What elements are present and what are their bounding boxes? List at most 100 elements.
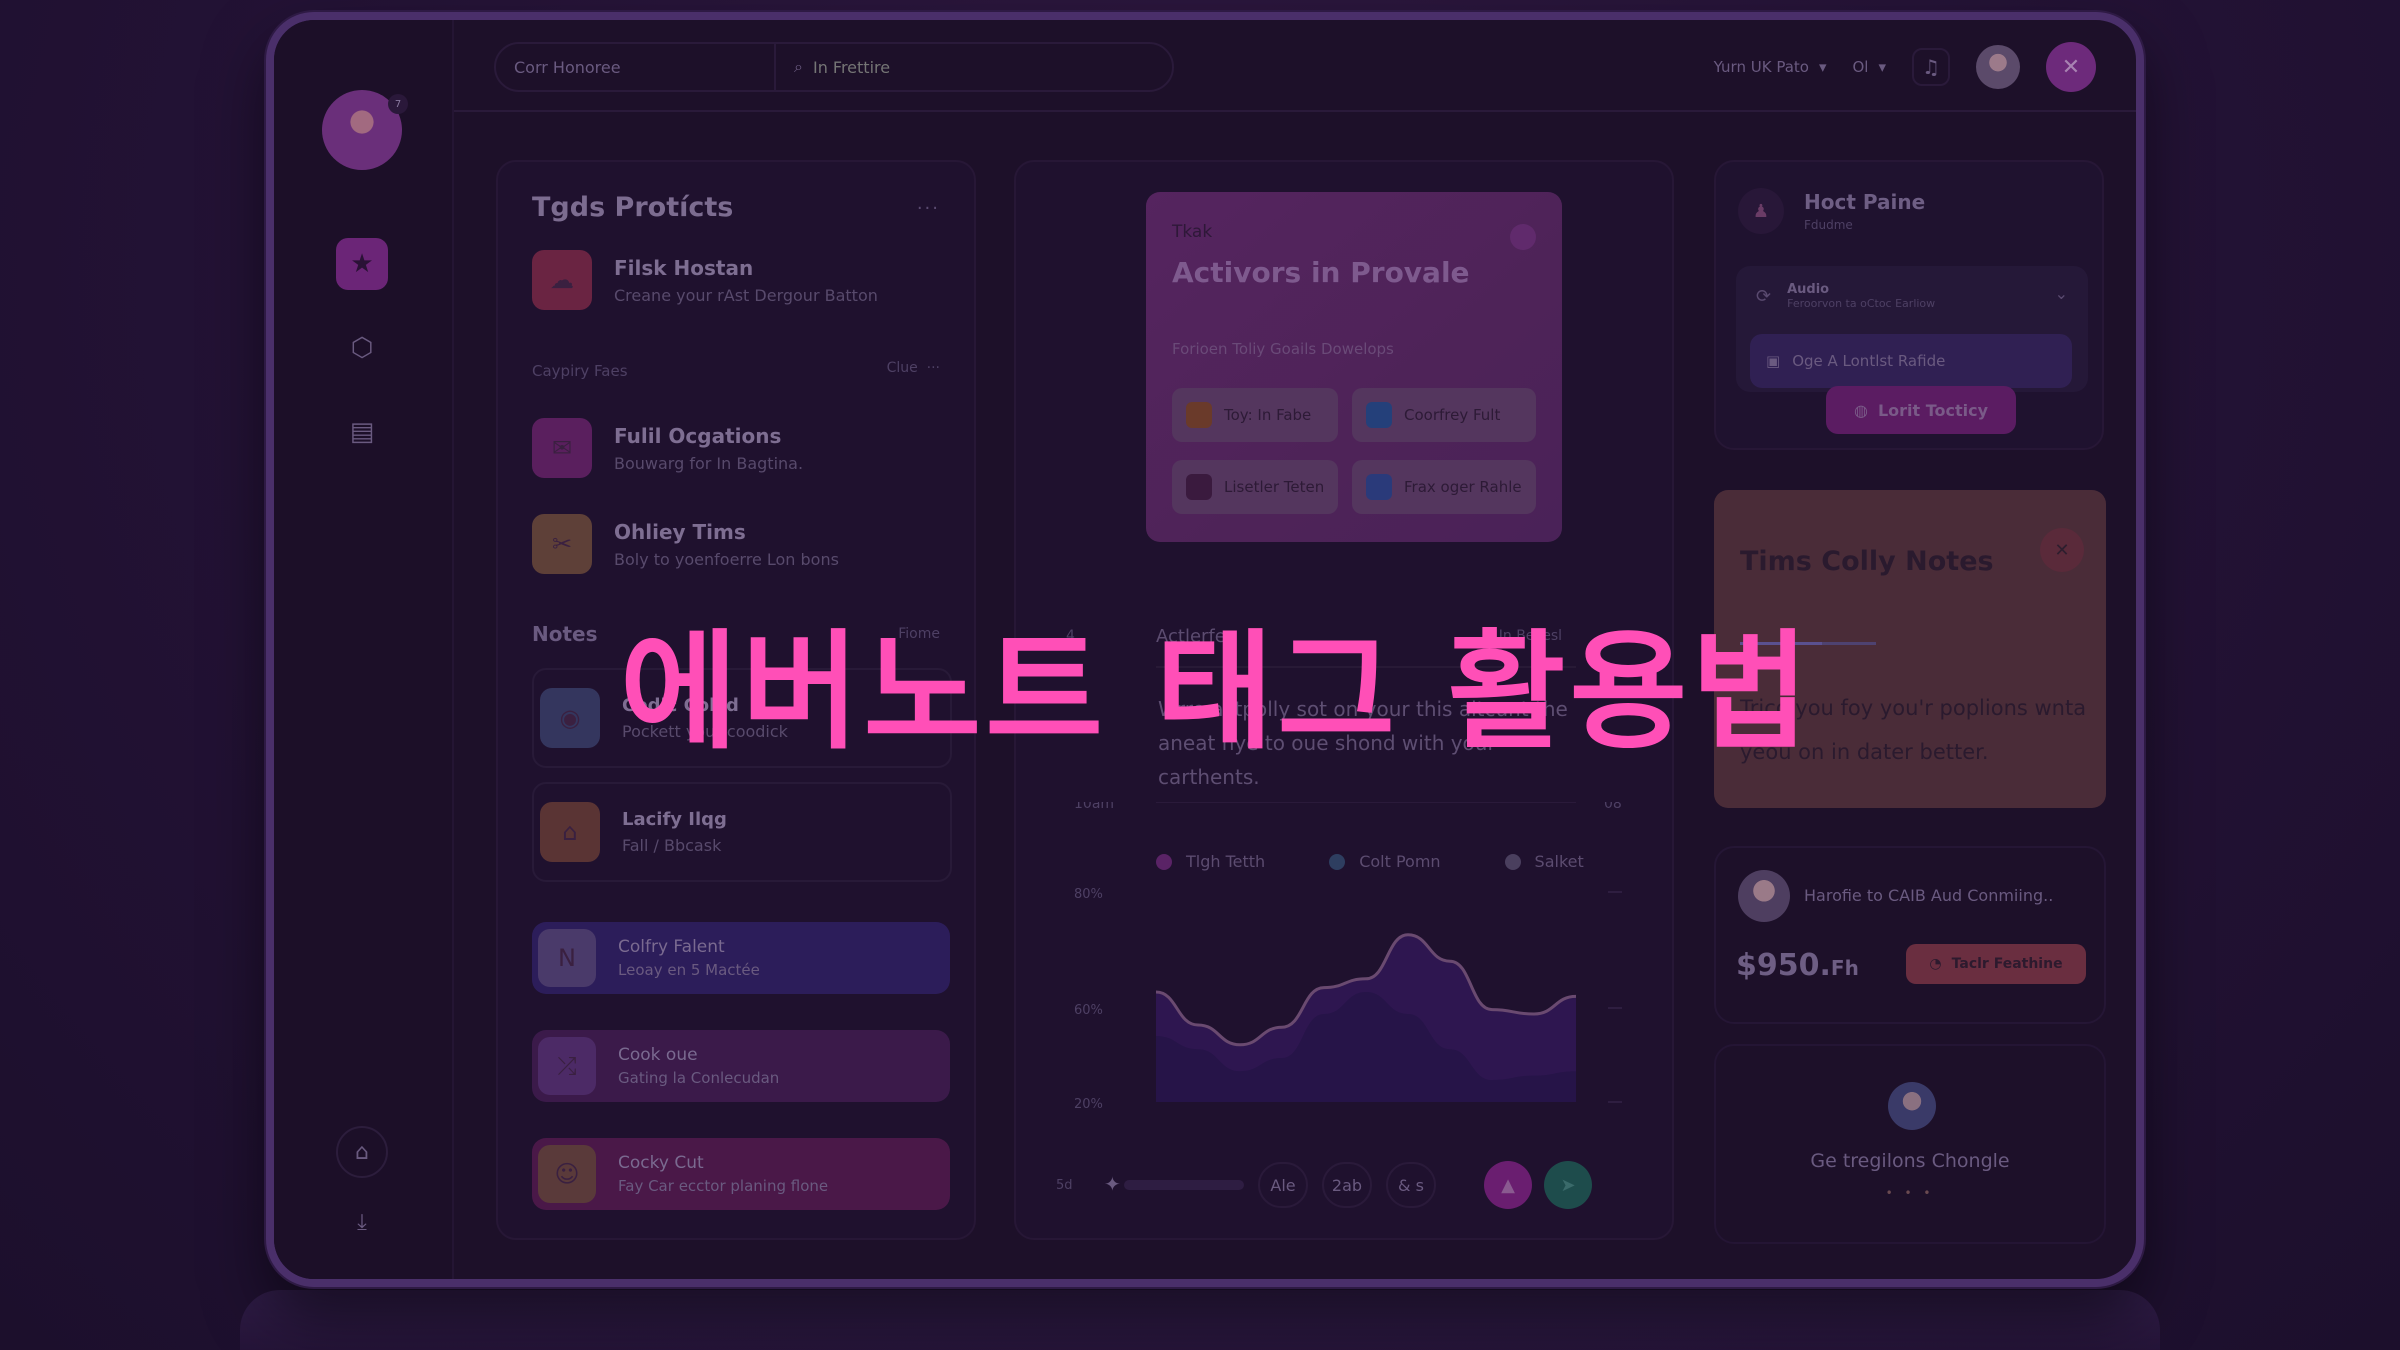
pagination-dots[interactable]: • • • bbox=[1716, 1186, 2104, 1200]
legend-item[interactable]: Colt Pomn bbox=[1329, 852, 1441, 871]
chevron-down-icon[interactable]: ⌄ bbox=[2055, 284, 2068, 303]
filter-pill[interactable]: 2ab bbox=[1322, 1162, 1372, 1208]
panel-title: Tgds Protícts bbox=[532, 192, 734, 223]
chip-button[interactable]: Frax oger Rahle bbox=[1352, 460, 1536, 514]
y-tick-label: 80% bbox=[1074, 887, 1103, 902]
axis-label: 10am bbox=[1074, 802, 1114, 812]
account-dropdown-label: Yurn UK Pato bbox=[1713, 58, 1809, 76]
upload-button[interactable]: ▲ bbox=[1484, 1161, 1532, 1209]
action-item[interactable]: ⤮ Cook oue Gating la Conlecudan bbox=[532, 1030, 950, 1102]
add-note-button[interactable]: ▣ Oge A Lontlst Rafide bbox=[1750, 334, 2072, 388]
audio-row[interactable]: ⟳ Audio Feroorvon ta oCtoc Earliow bbox=[1736, 266, 2088, 326]
item-title: Cocky Cut bbox=[618, 1153, 704, 1173]
filter-pill[interactable]: Ale bbox=[1258, 1162, 1308, 1208]
account-dropdown[interactable]: Yurn UK Pato ▾ bbox=[1714, 58, 1827, 76]
promo-button[interactable]: ◔ Taclr Feathine bbox=[1906, 944, 2086, 984]
nav-favorites[interactable]: ★ bbox=[336, 238, 388, 290]
user-avatar[interactable]: 7 bbox=[322, 90, 408, 170]
legend-item[interactable]: Tlgh Tetth bbox=[1156, 852, 1265, 871]
hero-card: Tkak Activors in Provale Forioen Toliy G… bbox=[1146, 192, 1562, 542]
notification-badge: 7 bbox=[388, 94, 408, 114]
item-subtitle: Bouwarg for In Bagtina. bbox=[614, 453, 804, 473]
filter-pill[interactable]: & s bbox=[1386, 1162, 1436, 1208]
action-item[interactable]: N Colfry Falent Leoay en 5 Mactée bbox=[532, 922, 950, 994]
list-item[interactable]: ✂ Ohliey Tims Boly to yoenfoerre Lon bon… bbox=[532, 504, 952, 584]
y-tick-label: 20% bbox=[1074, 1097, 1103, 1112]
item-subtitle: Gating la Conlecudan bbox=[618, 1069, 780, 1087]
note-card[interactable]: ⌂ Lacify Ilqg Fall / Bbcask bbox=[532, 782, 952, 882]
calendar-icon: ▤ bbox=[349, 417, 375, 447]
more-options-button[interactable]: ··· bbox=[917, 198, 940, 219]
home-icon: ⌂ bbox=[355, 1139, 369, 1165]
close-button[interactable]: ✕ bbox=[2040, 528, 2084, 572]
legend-swatch bbox=[1329, 853, 1346, 870]
nav-home[interactable]: ⌂ bbox=[336, 1126, 388, 1178]
sidebar: 7 ★ ⬡ ▤ ⌂ ⤓ bbox=[274, 20, 454, 1279]
chip-button[interactable]: Toy: In Fabe bbox=[1172, 388, 1338, 442]
desk-surface bbox=[240, 1290, 2160, 1350]
send-button[interactable]: ➤ bbox=[1544, 1161, 1592, 1209]
primary-cta-button[interactable]: ◍ Lorit Tocticy bbox=[1826, 386, 2016, 434]
nav-calendar[interactable]: ▤ bbox=[336, 406, 388, 458]
section-action[interactable]: Clue ··· bbox=[887, 360, 940, 376]
nav-analytics[interactable]: ⬡ bbox=[336, 322, 388, 374]
avatar bbox=[1888, 1082, 1936, 1130]
slider-handle-icon[interactable]: ✦ bbox=[1104, 1172, 1121, 1196]
promo-price: $950.Fh bbox=[1736, 948, 1859, 983]
nav-download[interactable]: ⤓ bbox=[336, 1196, 388, 1248]
promo-card: Harofie to CAIB Aud Conmiing.. $950.Fh ◔… bbox=[1714, 846, 2106, 1024]
ribbon-button[interactable]: ✕ bbox=[2046, 42, 2096, 92]
featured-project[interactable]: ☁ Filsk Hostan Creane your rAst Dergour … bbox=[532, 240, 952, 320]
item-title: Ohliey Tims bbox=[614, 519, 746, 544]
legend-item[interactable]: Salket bbox=[1504, 852, 1584, 871]
avatar bbox=[1738, 870, 1790, 922]
cloud-icon: ☁ bbox=[532, 250, 592, 310]
legend-swatch bbox=[1156, 853, 1172, 870]
hero-label: Tkak bbox=[1172, 222, 1213, 242]
item-title: Lacify Ilqg bbox=[622, 809, 727, 830]
chevron-down-icon: ▾ bbox=[1818, 58, 1827, 76]
chevron-down-icon: ▾ bbox=[1878, 58, 1886, 76]
workspace-selector[interactable]: Corr Honoree bbox=[496, 44, 776, 90]
language-dropdown[interactable]: Ol ▾ bbox=[1852, 58, 1886, 76]
chip-label: Lisetler Teten bbox=[1224, 478, 1325, 496]
folder-icon: ▣ bbox=[1766, 352, 1781, 370]
alert-icon bbox=[1186, 474, 1212, 500]
search-bar: Corr Honoree ⌕ bbox=[494, 42, 1174, 92]
audio-title: Audio bbox=[1787, 282, 1830, 297]
chart-controls: 5d ✦ Ale 2ab & s ▲ ➤ bbox=[1056, 1158, 1636, 1212]
mail-icon: ✉ bbox=[532, 418, 592, 478]
range-slider[interactable]: ✦ bbox=[1104, 1172, 1244, 1196]
chart-legend: Tlgh Tetth Colt Pomn Salket bbox=[1156, 852, 1584, 871]
hexagon-chart-icon: ⬡ bbox=[350, 333, 374, 363]
camera-icon: ◉ bbox=[540, 688, 600, 748]
profile-panel: ♟ Hoct Paine Fdudme ⟳ Audio Feroorvon ta… bbox=[1714, 160, 2104, 450]
profile-avatar[interactable] bbox=[1976, 45, 2020, 89]
item-title: Colfry Falent bbox=[618, 937, 725, 957]
legend-label: Salket bbox=[1534, 852, 1584, 871]
action-item[interactable]: ☺ Cocky Cut Fay Car ecctor planing flone bbox=[532, 1138, 950, 1210]
chip-button[interactable]: Lisetler Teten bbox=[1172, 460, 1338, 514]
chip-button[interactable]: Coorfrey Fult bbox=[1352, 388, 1536, 442]
top-bar: Corr Honoree ⌕ Yurn UK Pato ▾ Ol ▾ ♫ ✕ bbox=[454, 20, 2136, 112]
clock-icon: ◔ bbox=[1929, 956, 1942, 972]
promo-button-label: Taclr Feathine bbox=[1951, 956, 2063, 972]
chat-icon bbox=[1366, 474, 1392, 500]
notebook-icon: N bbox=[538, 929, 596, 987]
gift-icon bbox=[1186, 402, 1212, 428]
legend-label: Tlgh Tetth bbox=[1186, 852, 1266, 871]
hero-title: Activors in Provale bbox=[1172, 256, 1470, 289]
chip-label: Toy: In Fabe bbox=[1224, 406, 1312, 424]
ribbon-icon: ✕ bbox=[2061, 54, 2081, 80]
notifications-button[interactable]: ♫ bbox=[1912, 48, 1950, 86]
bell-icon: ♫ bbox=[1922, 55, 1940, 79]
search-input[interactable] bbox=[812, 57, 1073, 77]
close-icon: ✕ bbox=[2054, 539, 2070, 561]
audio-subtitle: Feroorvon ta oCtoc Earliow bbox=[1787, 297, 1936, 310]
tools-icon: ✂ bbox=[532, 514, 592, 574]
notes-heading: Notes bbox=[532, 622, 598, 646]
overlay-title: 에버노트 태그 활용법 bbox=[620, 618, 1813, 767]
item-title: Fulil Ocgations bbox=[614, 423, 782, 448]
character-icon: ☺ bbox=[538, 1145, 596, 1203]
list-item[interactable]: ✉ Fulil Ocgations Bouwarg for In Bagtina… bbox=[532, 408, 952, 488]
